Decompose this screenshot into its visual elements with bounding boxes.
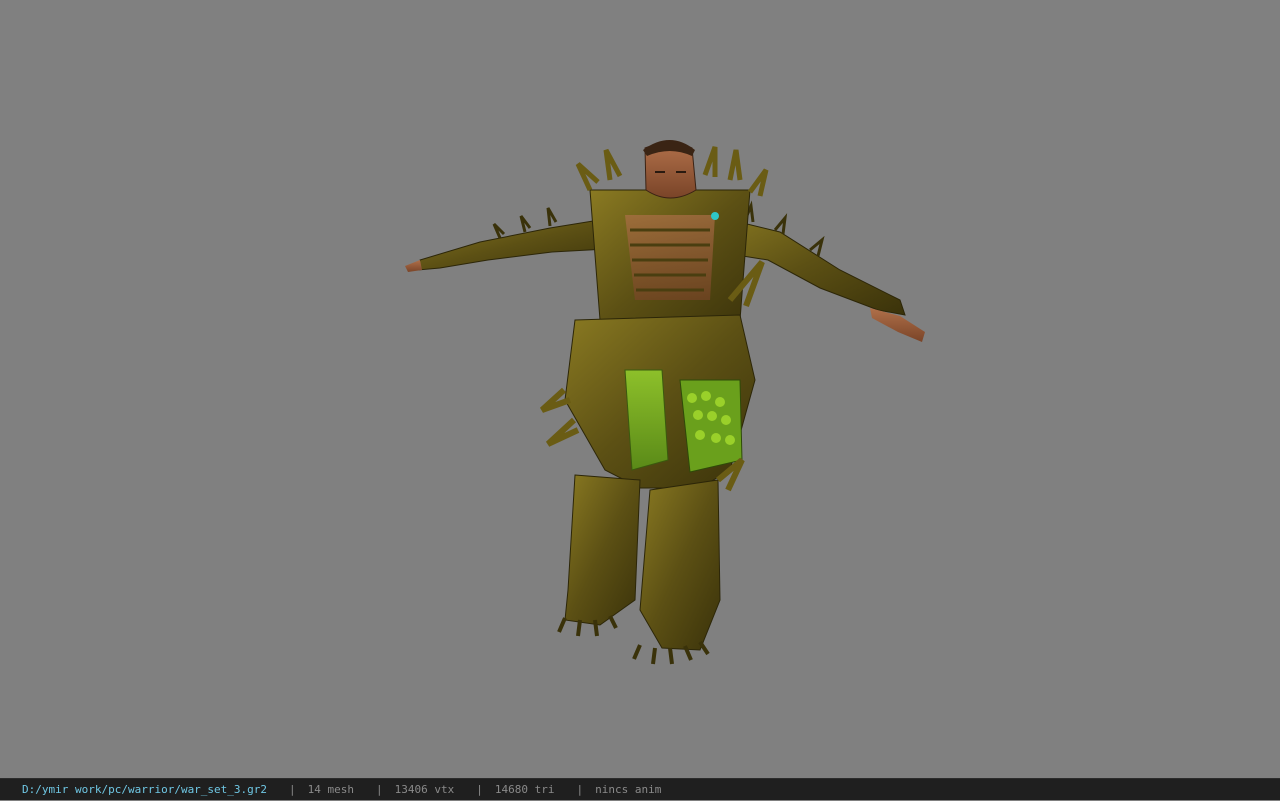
vertex-count: 13406 vtx: [395, 783, 455, 796]
character-head: [643, 140, 696, 198]
right-leg: [634, 460, 742, 664]
3d-viewport[interactable]: [0, 0, 1280, 778]
animation-status: nincs anim: [595, 783, 661, 796]
triangle-count: 14680 tri: [495, 783, 555, 796]
left-leg: [559, 475, 640, 636]
character-model[interactable]: [400, 120, 940, 680]
status-separator: |: [267, 783, 308, 796]
status-bar: D:/ymir work/pc/warrior/war_set_3.gr2|14…: [0, 778, 1280, 800]
status-separator: |: [555, 783, 596, 796]
status-separator: |: [354, 783, 395, 796]
mesh-count: 14 mesh: [308, 783, 354, 796]
status-separator: |: [454, 783, 495, 796]
file-path: D:/ymir work/pc/warrior/war_set_3.gr2: [22, 783, 267, 796]
